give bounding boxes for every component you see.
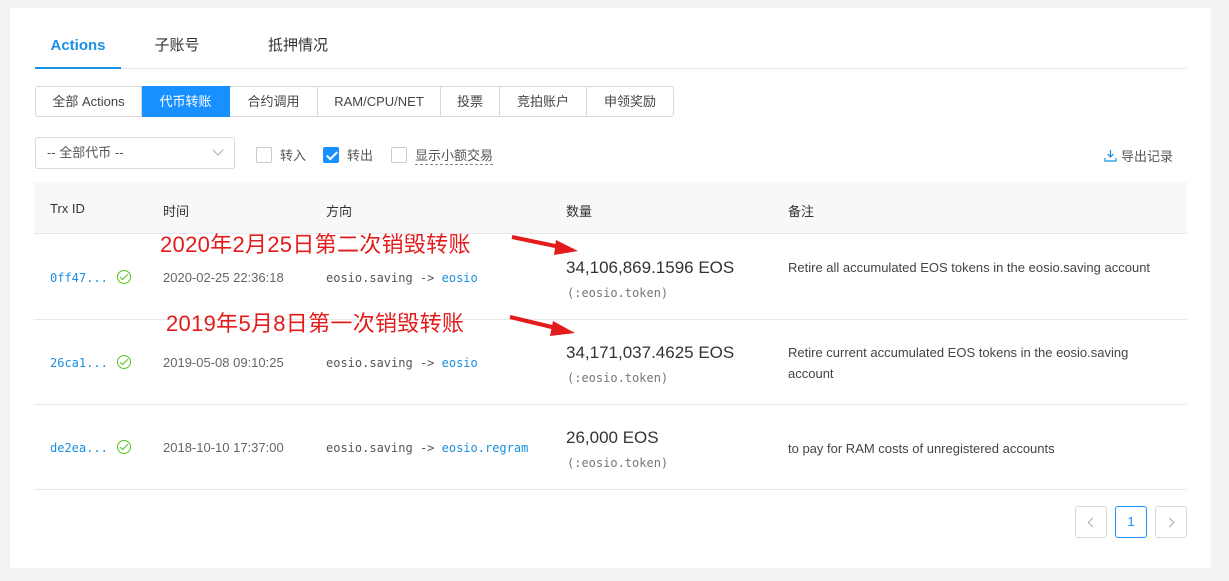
arrow-icon [509,315,575,336]
annotation-arrows [509,235,578,336]
arrow-icon [511,235,578,255]
